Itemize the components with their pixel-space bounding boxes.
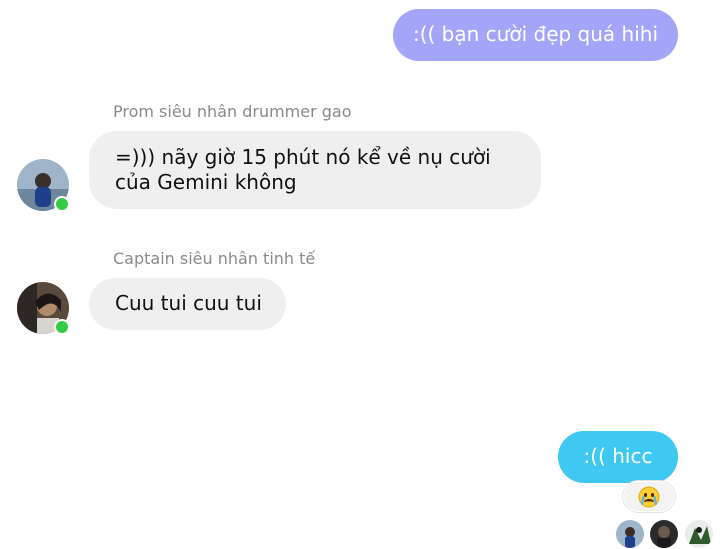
incoming-message-bubble[interactable]: =))) nãy giờ 15 phút nó kể về nụ cười củ…: [89, 131, 541, 209]
read-receipt-avatar[interactable]: [685, 520, 713, 548]
sender-name: Prom siêu nhân drummer gao: [113, 102, 352, 121]
sender-name: Captain siêu nhân tinh tế: [113, 249, 316, 268]
sender-avatar[interactable]: [17, 282, 70, 335]
read-receipt-avatar[interactable]: [650, 520, 678, 548]
message-text: Cuu tui cuu tui: [115, 291, 262, 315]
message-text: :(( hicc: [583, 444, 653, 468]
read-receipt-avatar[interactable]: [616, 520, 644, 548]
outgoing-message-bubble[interactable]: :(( hicc: [558, 431, 678, 483]
outgoing-message-bubble[interactable]: :(( bạn cười đẹp quá hihi: [393, 9, 678, 61]
crying-face-icon: [638, 486, 660, 508]
message-text: =))) nãy giờ 15 phút nó kể về nụ cười củ…: [115, 145, 491, 194]
message-text: :(( bạn cười đẹp quá hihi: [412, 22, 658, 46]
message-reaction[interactable]: [623, 481, 675, 512]
online-status-indicator: [54, 319, 70, 335]
sender-avatar[interactable]: [17, 159, 70, 212]
incoming-message-bubble[interactable]: Cuu tui cuu tui: [89, 278, 286, 330]
online-status-indicator: [54, 196, 70, 212]
